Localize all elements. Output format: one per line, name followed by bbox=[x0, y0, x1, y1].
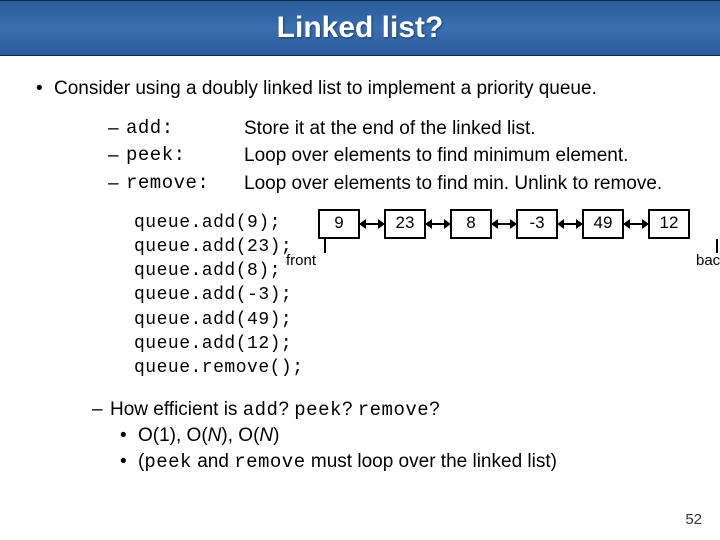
double-arrow-icon bbox=[426, 223, 450, 225]
op-name: remove: bbox=[126, 171, 244, 197]
code-line: queue.remove(); bbox=[134, 356, 710, 380]
q-term: peek bbox=[294, 399, 342, 421]
intro-bullet: Consider using a doubly linked list to i… bbox=[36, 76, 710, 102]
double-arrow-icon bbox=[558, 223, 582, 225]
ans-n: N bbox=[259, 425, 273, 446]
op-row: – add: Store it at the end of the linked… bbox=[108, 116, 710, 142]
qmark: ? bbox=[429, 399, 440, 420]
op-row: – peek: Loop over elements to find minim… bbox=[108, 143, 710, 169]
answer-line: O(1), O(N), O(N) bbox=[92, 423, 710, 449]
dash: – bbox=[108, 171, 126, 197]
dash: – bbox=[108, 143, 126, 169]
back-label: back bbox=[696, 251, 720, 271]
note-term: remove bbox=[234, 451, 305, 473]
linked-list-diagram: 9 23 8 -3 49 12 bbox=[318, 209, 690, 239]
ans-part: ), O( bbox=[221, 425, 259, 446]
slide: Linked list? Consider using a doubly lin… bbox=[0, 0, 720, 540]
slide-title: Linked list? bbox=[277, 11, 444, 45]
ans-part: ) bbox=[273, 425, 279, 446]
op-desc: Store it at the end of the linked list. bbox=[244, 116, 710, 142]
list-node: 49 bbox=[582, 209, 624, 239]
list-node: -3 bbox=[516, 209, 558, 239]
question-block: How efficient is add? peek? remove? O(1)… bbox=[36, 397, 710, 476]
q-prefix: How efficient is bbox=[110, 399, 243, 420]
intro-text: Consider using a doubly linked list to i… bbox=[54, 78, 597, 99]
note-line: (peek and remove must loop over the link… bbox=[92, 449, 710, 476]
op-name: peek: bbox=[126, 143, 244, 169]
double-arrow-icon bbox=[360, 223, 384, 225]
qmark: ? bbox=[278, 399, 294, 420]
list-node: 23 bbox=[384, 209, 426, 239]
pointer-line bbox=[324, 239, 326, 253]
qmark: ? bbox=[342, 399, 358, 420]
list-node: 9 bbox=[318, 209, 360, 239]
front-label: front bbox=[286, 251, 316, 271]
note-rest: must loop over the linked list) bbox=[306, 451, 557, 472]
op-row: – remove: Loop over elements to find min… bbox=[108, 171, 710, 197]
ans-part: O(1), O( bbox=[138, 425, 208, 446]
code-line: queue.add(49); bbox=[134, 308, 710, 332]
q-term: add bbox=[243, 399, 279, 421]
note-mid: and bbox=[192, 451, 234, 472]
title-bar: Linked list? bbox=[0, 0, 720, 56]
op-name: add: bbox=[126, 116, 244, 142]
ans-n: N bbox=[208, 425, 222, 446]
page-number: 52 bbox=[685, 511, 702, 528]
list-node: 8 bbox=[450, 209, 492, 239]
operations-list: – add: Store it at the end of the linked… bbox=[36, 116, 710, 197]
code-line: queue.add(8); bbox=[134, 259, 710, 283]
double-arrow-icon bbox=[624, 223, 648, 225]
list-node: 12 bbox=[648, 209, 690, 239]
double-arrow-icon bbox=[492, 223, 516, 225]
note-term: peek bbox=[144, 451, 192, 473]
dash: – bbox=[108, 116, 126, 142]
code-line: queue.add(12); bbox=[134, 332, 710, 356]
q-term: remove bbox=[358, 399, 429, 421]
content-area: Consider using a doubly linked list to i… bbox=[0, 56, 720, 476]
question-line: How efficient is add? peek? remove? bbox=[92, 397, 710, 424]
code-and-diagram: 9 23 8 -3 49 12 front back queue.add(9);… bbox=[36, 211, 710, 381]
op-desc: Loop over elements to find minimum eleme… bbox=[244, 143, 710, 169]
op-desc: Loop over elements to find min. Unlink t… bbox=[244, 171, 710, 197]
code-line: queue.add(-3); bbox=[134, 283, 710, 307]
